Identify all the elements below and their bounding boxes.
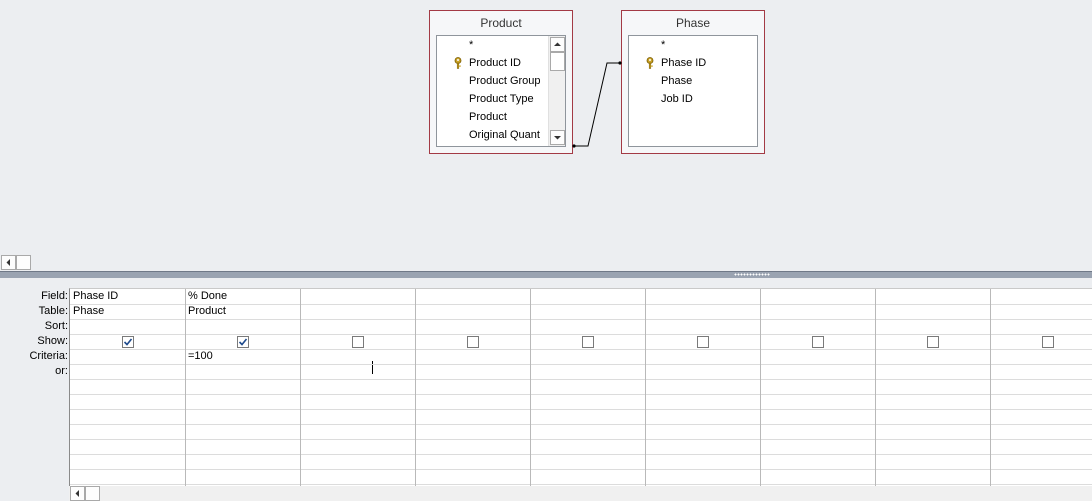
grid-cell-or[interactable]	[188, 364, 297, 379]
grid-column-divider	[645, 289, 646, 487]
grid-column-divider	[990, 289, 991, 487]
grid-cell-field[interactable]: % Done	[188, 289, 297, 304]
grid-cell-field[interactable]	[648, 289, 757, 304]
grid-row-divider	[70, 469, 1092, 470]
row-label-sort: Sort:	[44, 320, 68, 332]
grid-cell-or[interactable]	[763, 364, 872, 379]
grid-cell-sort[interactable]	[648, 319, 757, 334]
grid-cell-criteria[interactable]	[648, 349, 757, 364]
pane-splitter[interactable]	[0, 271, 1092, 278]
grid-cell-or[interactable]	[533, 364, 642, 379]
grid-cell-criteria[interactable]	[73, 349, 182, 364]
grid-cell-field[interactable]	[993, 289, 1092, 304]
scroll-thumb[interactable]	[16, 255, 31, 270]
grid-cell-table[interactable]	[993, 304, 1092, 319]
grid-cell-criteria[interactable]	[533, 349, 642, 364]
grid-cell-field[interactable]	[418, 289, 527, 304]
show-checkbox[interactable]	[582, 336, 594, 348]
grid-cell-field[interactable]	[303, 289, 412, 304]
grid-cell-table[interactable]	[303, 304, 412, 319]
row-label-criteria: Criteria:	[29, 350, 68, 362]
grid-cell-field[interactable]	[533, 289, 642, 304]
checkmark-icon	[123, 338, 133, 346]
grid-column-divider	[185, 289, 186, 487]
show-checkbox[interactable]	[237, 336, 249, 348]
grid-cell-field[interactable]: Phase ID	[73, 289, 182, 304]
grid-cell-or[interactable]	[878, 364, 987, 379]
arrow-left-icon[interactable]	[1, 255, 16, 270]
grid-cell-table[interactable]	[418, 304, 527, 319]
relationship-line[interactable]	[0, 0, 1092, 254]
show-checkbox[interactable]	[467, 336, 479, 348]
splitter-grip[interactable]	[734, 273, 770, 276]
grid-cell-sort[interactable]	[533, 319, 642, 334]
row-label-field: Field:	[41, 290, 68, 302]
grid-cell-sort[interactable]	[188, 319, 297, 334]
grid-cell-table[interactable]	[648, 304, 757, 319]
grid-cell-sort[interactable]	[73, 319, 182, 334]
grid-row-labels: Field: Table: Sort: Show: Criteria: or:	[0, 289, 68, 379]
grid-row-divider	[70, 334, 1092, 335]
grid-cell-or[interactable]	[418, 364, 527, 379]
checkmark-icon	[238, 338, 248, 346]
grid-horizontal-scrollbar[interactable]	[69, 486, 1092, 501]
grid-cell-field[interactable]	[878, 289, 987, 304]
grid-cell-criteria[interactable]	[993, 349, 1092, 364]
grid-cell-criteria[interactable]	[418, 349, 527, 364]
grid-cell-or[interactable]	[73, 364, 182, 379]
grid-row-divider	[70, 424, 1092, 425]
grid-cell-or[interactable]	[303, 364, 412, 379]
show-checkbox[interactable]	[352, 336, 364, 348]
design-pane-horizontal-scrollbar[interactable]	[0, 254, 1092, 271]
query-design-pane[interactable]: Product * Product ID Product Group Product …	[0, 0, 1092, 254]
grid-cell-or[interactable]	[993, 364, 1092, 379]
grid-row-divider	[70, 454, 1092, 455]
grid-cell-criteria[interactable]	[878, 349, 987, 364]
query-design-grid[interactable]: Phase ID Phase % Done Product =100	[69, 288, 1092, 487]
show-checkbox[interactable]	[122, 336, 134, 348]
grid-column-divider	[300, 289, 301, 487]
grid-cell-table[interactable]	[763, 304, 872, 319]
grid-cell-sort[interactable]	[418, 319, 527, 334]
grid-cell-sort[interactable]	[878, 319, 987, 334]
grid-column-divider	[415, 289, 416, 487]
grid-column-divider	[530, 289, 531, 487]
grid-cell-criteria[interactable]	[763, 349, 872, 364]
grid-cell-field[interactable]	[763, 289, 872, 304]
row-label-or: or:	[55, 365, 68, 377]
grid-cell-table[interactable]	[878, 304, 987, 319]
grid-cell-or[interactable]	[648, 364, 757, 379]
grid-cell-sort[interactable]	[993, 319, 1092, 334]
grid-row-divider	[70, 484, 1092, 485]
grid-cell-sort[interactable]	[763, 319, 872, 334]
grid-row-divider	[70, 394, 1092, 395]
show-checkbox[interactable]	[927, 336, 939, 348]
grid-row-divider	[70, 379, 1092, 380]
show-checkbox[interactable]	[697, 336, 709, 348]
grid-cell-table[interactable]: Product	[188, 304, 297, 319]
show-checkbox[interactable]	[812, 336, 824, 348]
grid-column-divider	[875, 289, 876, 487]
grid-cell-table[interactable]: Phase	[73, 304, 182, 319]
grid-cell-table[interactable]	[533, 304, 642, 319]
query-grid-area: Field: Table: Sort: Show: Criteria: or: …	[0, 278, 1092, 501]
grid-cell-criteria[interactable]: =100	[188, 349, 297, 364]
row-label-show: Show:	[37, 335, 68, 347]
row-label-table: Table:	[38, 305, 68, 317]
grid-cell-sort[interactable]	[303, 319, 412, 334]
scroll-thumb[interactable]	[85, 486, 100, 501]
grid-row-divider	[70, 409, 1092, 410]
show-checkbox[interactable]	[1042, 336, 1054, 348]
grid-column-divider	[760, 289, 761, 487]
grid-row-divider	[70, 439, 1092, 440]
arrow-left-icon[interactable]	[70, 486, 85, 501]
grid-cell-criteria[interactable]	[303, 349, 412, 364]
